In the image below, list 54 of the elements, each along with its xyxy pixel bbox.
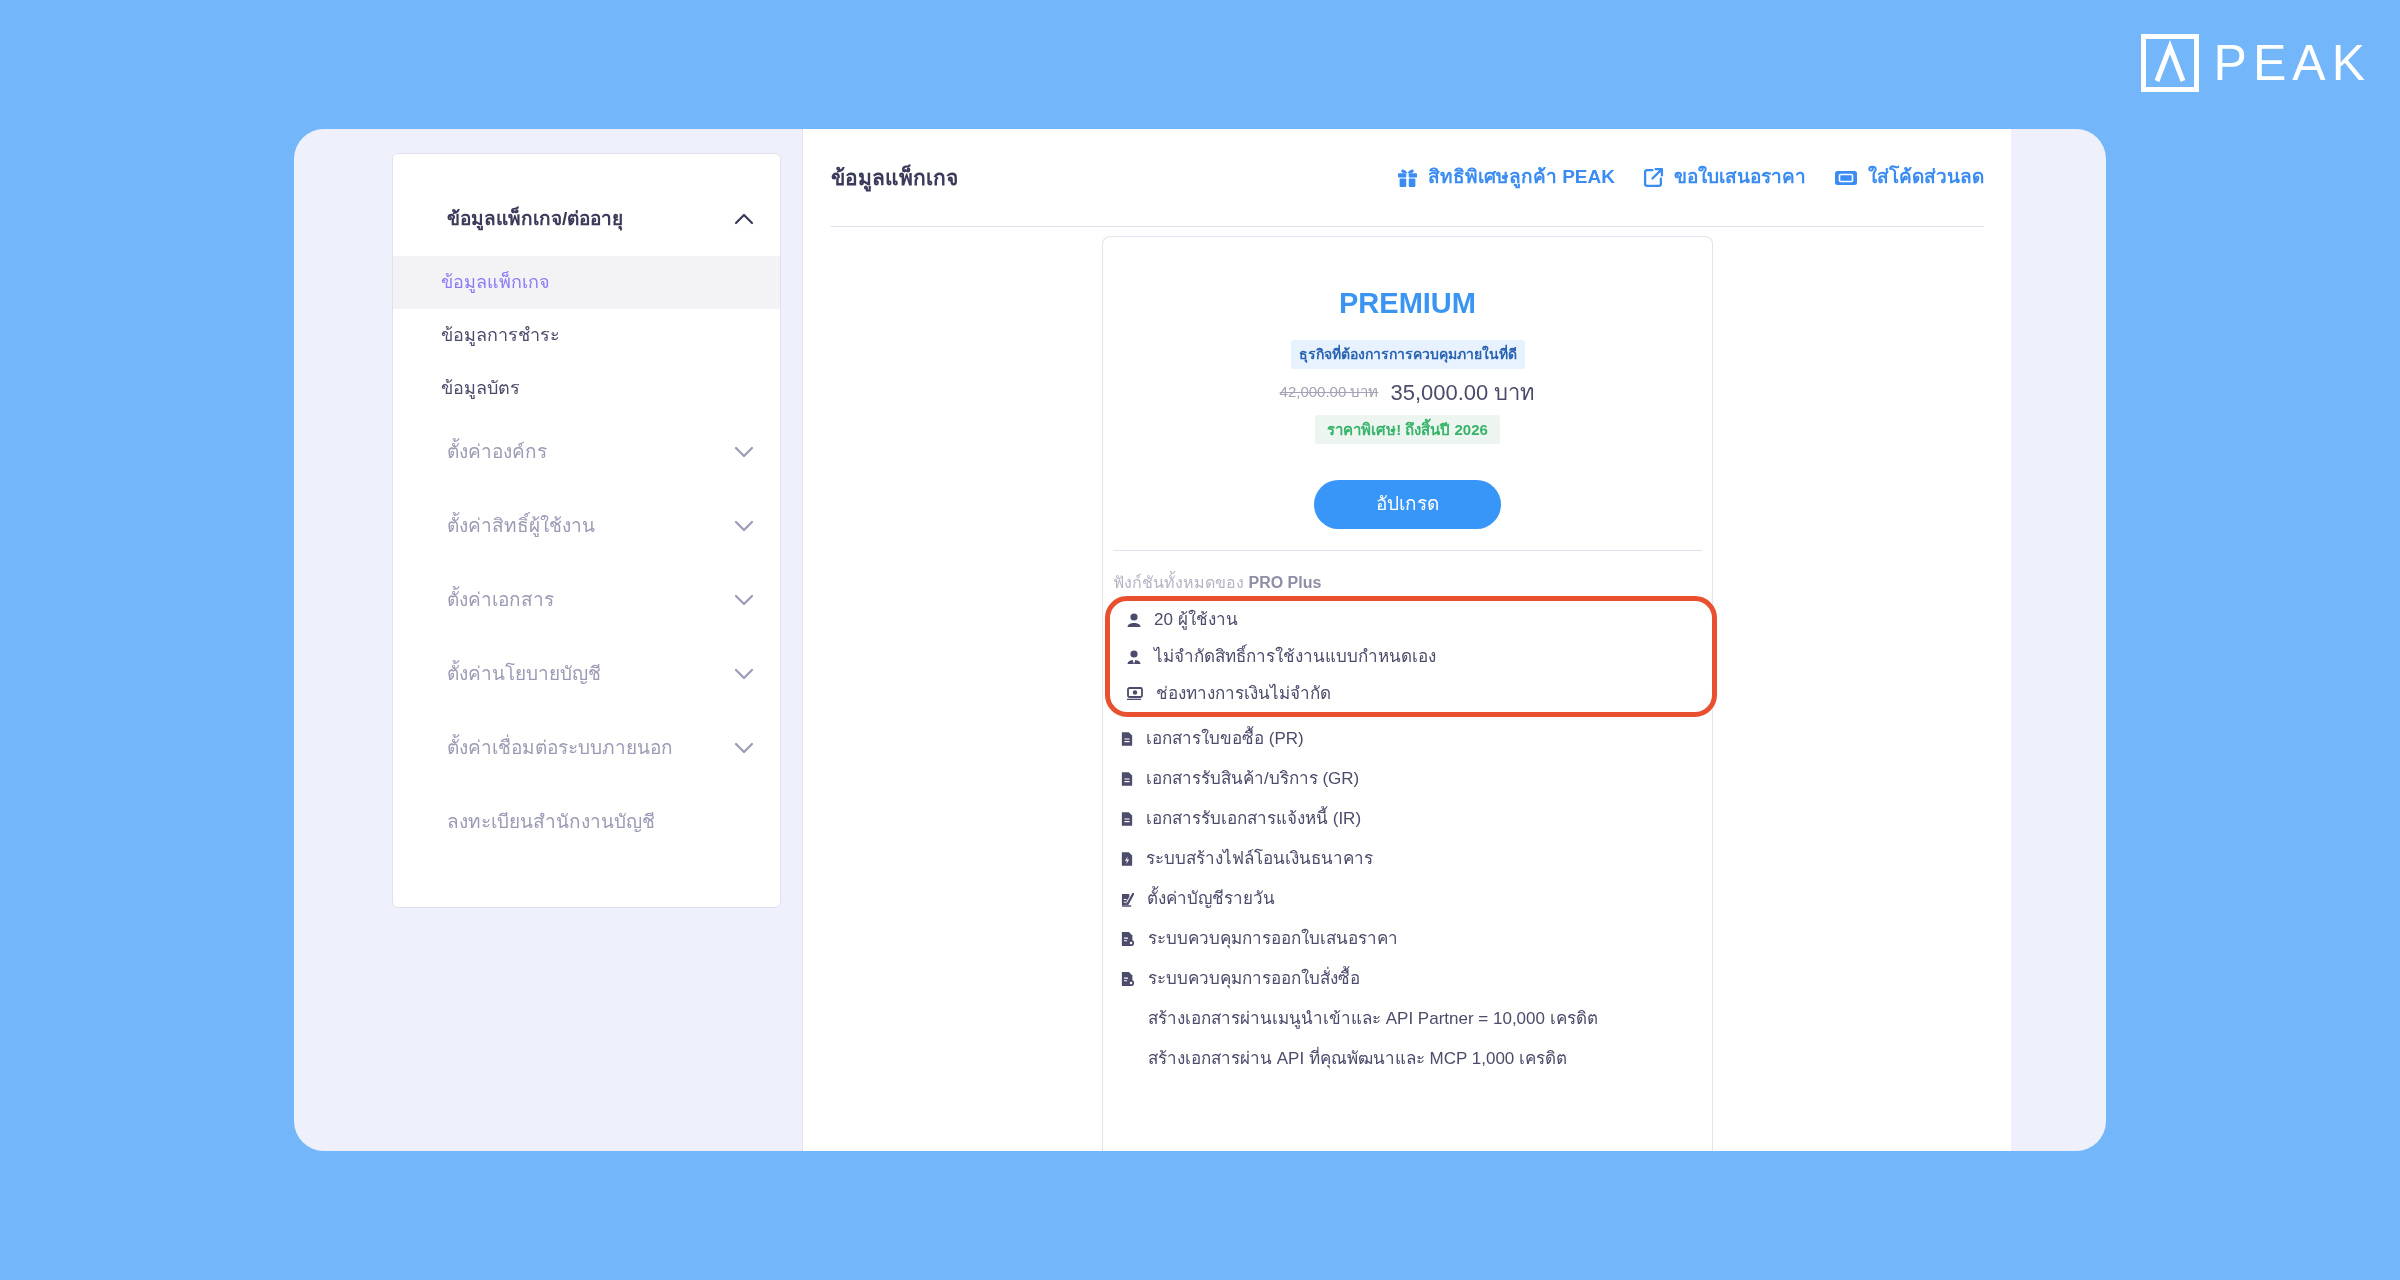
document-icon bbox=[1121, 772, 1133, 786]
header-link[interactable]: ใส่โค้ดส่วนลด bbox=[1834, 163, 1984, 192]
header-link[interactable]: สิทธิพิเศษลูกค้า PEAK bbox=[1396, 163, 1615, 192]
sidebar-group-header[interactable]: ข้อมูลแพ็กเกจ/ต่ออายุ bbox=[393, 182, 780, 256]
sidebar-group-header[interactable]: ตั้งค่าเชื่อมต่อระบบภายนอก bbox=[393, 711, 780, 785]
feature-text: ช่องทางการเงินไม่จำกัด bbox=[1156, 682, 1331, 705]
old-price: 42,000.00 บาท bbox=[1279, 381, 1379, 402]
feature-text: ตั้งค่าบัญชีรายวัน bbox=[1147, 886, 1275, 912]
feature-text: ระบบควบคุมการออกใบเสนอราคา bbox=[1148, 927, 1398, 951]
price: 35,000.00 บาท bbox=[1390, 378, 1536, 407]
sidebar-group-header[interactable]: ตั้งค่านโยบายบัญชี bbox=[393, 637, 780, 711]
chevron-down-icon bbox=[734, 742, 754, 754]
sidebar-item[interactable]: ข้อมูลแพ็กเกจ bbox=[393, 256, 780, 309]
user-tie-icon bbox=[1127, 649, 1141, 664]
feature-text: ระบบควบคุมการออกใบสั่งซื้อ bbox=[1148, 966, 1360, 992]
upgrade-button[interactable]: อัปเกรด bbox=[1314, 480, 1501, 529]
document-pen-icon bbox=[1121, 891, 1134, 907]
promo-label: ราคาพิเศษ! ถึงสิ้นปี 2026 bbox=[1315, 415, 1500, 444]
external-link-icon bbox=[1643, 167, 1664, 188]
plan-name: PREMIUM bbox=[1338, 286, 1477, 321]
feature-text: ระบบสร้างไฟล์โอนเงินธนาคาร bbox=[1146, 847, 1373, 871]
ticket-icon bbox=[1834, 168, 1858, 187]
sidebar-group-header[interactable]: ตั้งค่าสิทธิ์ผู้ใช้งาน bbox=[393, 489, 780, 563]
banknote-icon bbox=[1127, 687, 1143, 700]
chevron-down-icon bbox=[734, 594, 754, 606]
chevron-down-icon bbox=[734, 446, 754, 458]
document-badge-icon bbox=[1121, 932, 1135, 946]
user-icon bbox=[1127, 612, 1141, 627]
header-link[interactable]: ขอใบเสนอราคา bbox=[1643, 163, 1806, 192]
sidebar-group-header[interactable]: ตั้งค่าเอกสาร bbox=[393, 563, 780, 637]
feature-text: เอกสารใบขอซื้อ (PR) bbox=[1146, 726, 1304, 752]
sidebar-item[interactable]: ข้อมูลการชำระ bbox=[393, 309, 780, 362]
page-title: ข้อมูลแพ็กเกจ bbox=[831, 161, 958, 194]
logo-text: PEAK bbox=[2213, 34, 2371, 92]
feature-text: เอกสารรับสินค้า/บริการ (GR) bbox=[1146, 768, 1360, 791]
sidebar-group-header[interactable]: ตั้งค่าองค์กร bbox=[393, 415, 780, 489]
document-bolt-icon bbox=[1121, 852, 1133, 866]
logo-mark-icon bbox=[2140, 34, 2199, 92]
chevron-up-icon bbox=[734, 213, 754, 225]
plan-tagline: ธุรกิจที่ต้องการการควบคุมภายในที่ดี bbox=[1290, 340, 1525, 369]
feature-text: สร้างเอกสารผ่าน API ที่คุณพัฒนาและ MCP 1,000 เครดิต bbox=[1148, 1046, 1568, 1072]
features-heading: ฟังก์ชันทั้งหมดของ PRO Plus bbox=[1113, 573, 1702, 593]
gift-icon bbox=[1396, 167, 1418, 188]
document-icon bbox=[1121, 812, 1133, 826]
feature-text: เอกสารรับเอกสารแจ้งหนี้ (IR) bbox=[1146, 806, 1362, 832]
feature-text: ไม่จำกัดสิทธิ์การใช้งานแบบกำหนดเอง bbox=[1154, 643, 1436, 668]
feature-text: 20 ผู้ใช้งาน bbox=[1154, 608, 1238, 632]
chevron-down-icon bbox=[734, 520, 754, 532]
chevron-down-icon bbox=[734, 668, 754, 680]
sidebar-item[interactable]: ข้อมูลบัตร bbox=[393, 362, 780, 415]
sidebar-link[interactable]: ลงทะเบียนสำนักงานบัญชี bbox=[393, 785, 780, 859]
document-icon bbox=[1121, 732, 1133, 746]
feature-text: สร้างเอกสารผ่านเมนูนำเข้าและ API Partner = 10,000 เครดิต bbox=[1148, 1008, 1598, 1031]
document-badge-icon bbox=[1121, 972, 1135, 986]
